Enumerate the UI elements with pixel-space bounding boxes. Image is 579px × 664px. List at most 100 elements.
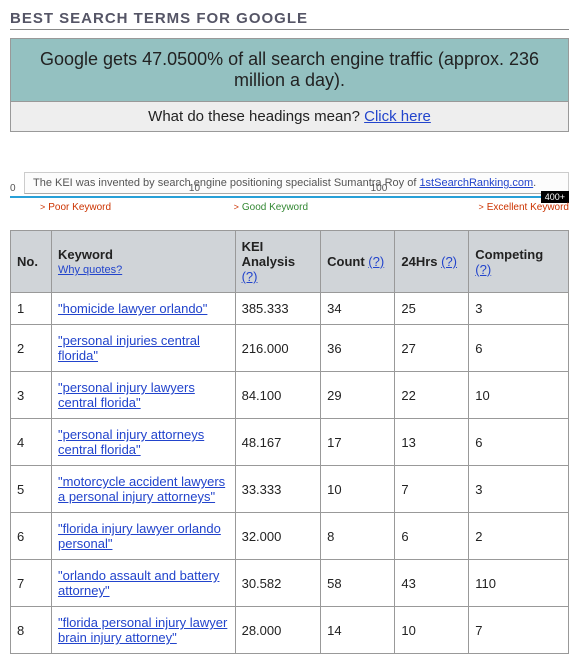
cell-kei: 33.333	[235, 466, 321, 513]
table-row: 1 "homicide lawyer orlando" 385.33334253	[11, 293, 569, 325]
keywords-table: No. Keyword Why quotes? KEI Analysis (?)…	[10, 230, 569, 654]
banner: Google gets 47.0500% of all search engin…	[10, 38, 569, 132]
cell-no: 7	[11, 560, 52, 607]
cell-keyword: "orlando assault and battery attorney"	[51, 560, 235, 607]
col-count: Count (?)	[321, 231, 395, 293]
cell-keyword: "florida injury lawyer orlando personal"	[51, 513, 235, 560]
cell-count: 36	[321, 325, 395, 372]
scale-tick-10: 10	[189, 183, 200, 194]
cell-no: 6	[11, 513, 52, 560]
col-competing: Competing (?)	[469, 231, 569, 293]
banner-main-text: Google gets 47.0500% of all search engin…	[11, 39, 568, 102]
headings-help-link[interactable]: Click here	[364, 108, 431, 125]
table-row: 5"motorcycle accident lawyers a personal…	[11, 466, 569, 513]
scale-label-poor-text: Poor Keyword	[48, 202, 111, 213]
cell-no: 8	[11, 607, 52, 654]
cell-count: 29	[321, 372, 395, 419]
cell-count: 17	[321, 419, 395, 466]
col-keyword: Keyword Why quotes?	[51, 231, 235, 293]
count-help-link[interactable]: (?)	[368, 254, 384, 269]
cell-count: 14	[321, 607, 395, 654]
table-row: 7"orlando assault and battery attorney" 3…	[11, 560, 569, 607]
cell-24hrs: 25	[395, 293, 469, 325]
col-keyword-label: Keyword	[58, 247, 113, 262]
kei-note-suffix: .	[533, 177, 536, 189]
cell-no: 1	[11, 293, 52, 325]
scale-label-good-text: Good Keyword	[242, 202, 308, 213]
keyword-link[interactable]: "florida personal injury lawyer brain in…	[58, 615, 227, 645]
scale-tick-0: 0	[10, 183, 16, 194]
competing-help-link[interactable]: (?)	[475, 262, 491, 277]
cell-kei: 32.000	[235, 513, 321, 560]
banner-sub: What do these headings mean? Click here	[11, 102, 568, 131]
scale-tick-100: 100	[371, 183, 388, 194]
cell-competing: 110	[469, 560, 569, 607]
cell-competing: 2	[469, 513, 569, 560]
keyword-link[interactable]: "personal injuries central florida"	[58, 333, 200, 363]
cell-kei: 84.100	[235, 372, 321, 419]
cell-keyword: "motorcycle accident lawyers a personal …	[51, 466, 235, 513]
col-24hrs: 24Hrs (?)	[395, 231, 469, 293]
keyword-link[interactable]: "personal injury attorneys central flori…	[58, 427, 204, 457]
cell-keyword: "florida personal injury lawyer brain in…	[51, 607, 235, 654]
cell-kei: 48.167	[235, 419, 321, 466]
table-row: 8"florida personal injury lawyer brain i…	[11, 607, 569, 654]
cell-no: 5	[11, 466, 52, 513]
cell-kei: 28.000	[235, 607, 321, 654]
cell-competing: 3	[469, 293, 569, 325]
keyword-link[interactable]: "personal injury lawyers central florida…	[58, 380, 195, 410]
scale-label-excellent-text: Excellent Keyword	[487, 202, 569, 213]
cell-no: 2	[11, 325, 52, 372]
cell-24hrs: 43	[395, 560, 469, 607]
kei-note: The KEI was invented by search engine po…	[24, 172, 569, 194]
cell-24hrs: 7	[395, 466, 469, 513]
cell-count: 34	[321, 293, 395, 325]
cell-24hrs: 22	[395, 372, 469, 419]
col-count-label: Count	[327, 254, 368, 269]
col-kei: KEI Analysis (?)	[235, 231, 321, 293]
table-row: 3"personal injury lawyers central florid…	[11, 372, 569, 419]
keyword-link[interactable]: "motorcycle accident lawyers a personal …	[58, 474, 225, 504]
keyword-link[interactable]: "homicide lawyer orlando"	[58, 301, 207, 316]
kei-help-link[interactable]: (?)	[242, 269, 258, 284]
scale-label-poor: >Poor Keyword	[40, 202, 111, 213]
col-no: No.	[11, 231, 52, 293]
kei-scale: 0 10 100 400+ >Poor Keyword >Good Keywor…	[10, 196, 569, 220]
cell-no: 4	[11, 419, 52, 466]
cell-24hrs: 6	[395, 513, 469, 560]
hrs-help-link[interactable]: (?)	[441, 254, 457, 269]
cell-count: 10	[321, 466, 395, 513]
cell-kei: 385.333	[235, 293, 321, 325]
cell-count: 8	[321, 513, 395, 560]
table-row: 2"personal injuries central florida"216.…	[11, 325, 569, 372]
scale-label-good: >Good Keyword	[234, 202, 308, 213]
scale-label-excellent: >Excellent Keyword	[478, 202, 569, 213]
cell-count: 58	[321, 560, 395, 607]
cell-keyword: "personal injury lawyers central florida…	[51, 372, 235, 419]
cell-24hrs: 13	[395, 419, 469, 466]
table-row: 6"florida injury lawyer orlando personal…	[11, 513, 569, 560]
cell-keyword: "personal injury attorneys central flori…	[51, 419, 235, 466]
col-competing-label: Competing	[475, 247, 543, 262]
kei-source-link[interactable]: 1stSearchRanking.com	[419, 177, 533, 189]
cell-competing: 3	[469, 466, 569, 513]
keyword-link[interactable]: "orlando assault and battery attorney"	[58, 568, 219, 598]
why-quotes-link[interactable]: Why quotes?	[58, 264, 229, 276]
cell-24hrs: 27	[395, 325, 469, 372]
col-24hrs-label: 24Hrs	[401, 254, 441, 269]
scale-bar	[10, 196, 569, 198]
keyword-link[interactable]: "florida injury lawyer orlando personal"	[58, 521, 221, 551]
cell-keyword: "homicide lawyer orlando"	[51, 293, 235, 325]
page-title: BEST SEARCH TERMS FOR GOOGLE	[10, 10, 569, 30]
cell-competing: 7	[469, 607, 569, 654]
cell-kei: 30.582	[235, 560, 321, 607]
banner-sub-text: What do these headings mean?	[148, 108, 364, 125]
cell-competing: 10	[469, 372, 569, 419]
col-kei-label: KEI Analysis	[242, 239, 295, 269]
cell-no: 3	[11, 372, 52, 419]
kei-note-prefix: The KEI was invented by search engine po…	[33, 177, 419, 189]
cell-24hrs: 10	[395, 607, 469, 654]
table-row: 4"personal injury attorneys central flor…	[11, 419, 569, 466]
cell-keyword: "personal injuries central florida"	[51, 325, 235, 372]
cell-competing: 6	[469, 325, 569, 372]
